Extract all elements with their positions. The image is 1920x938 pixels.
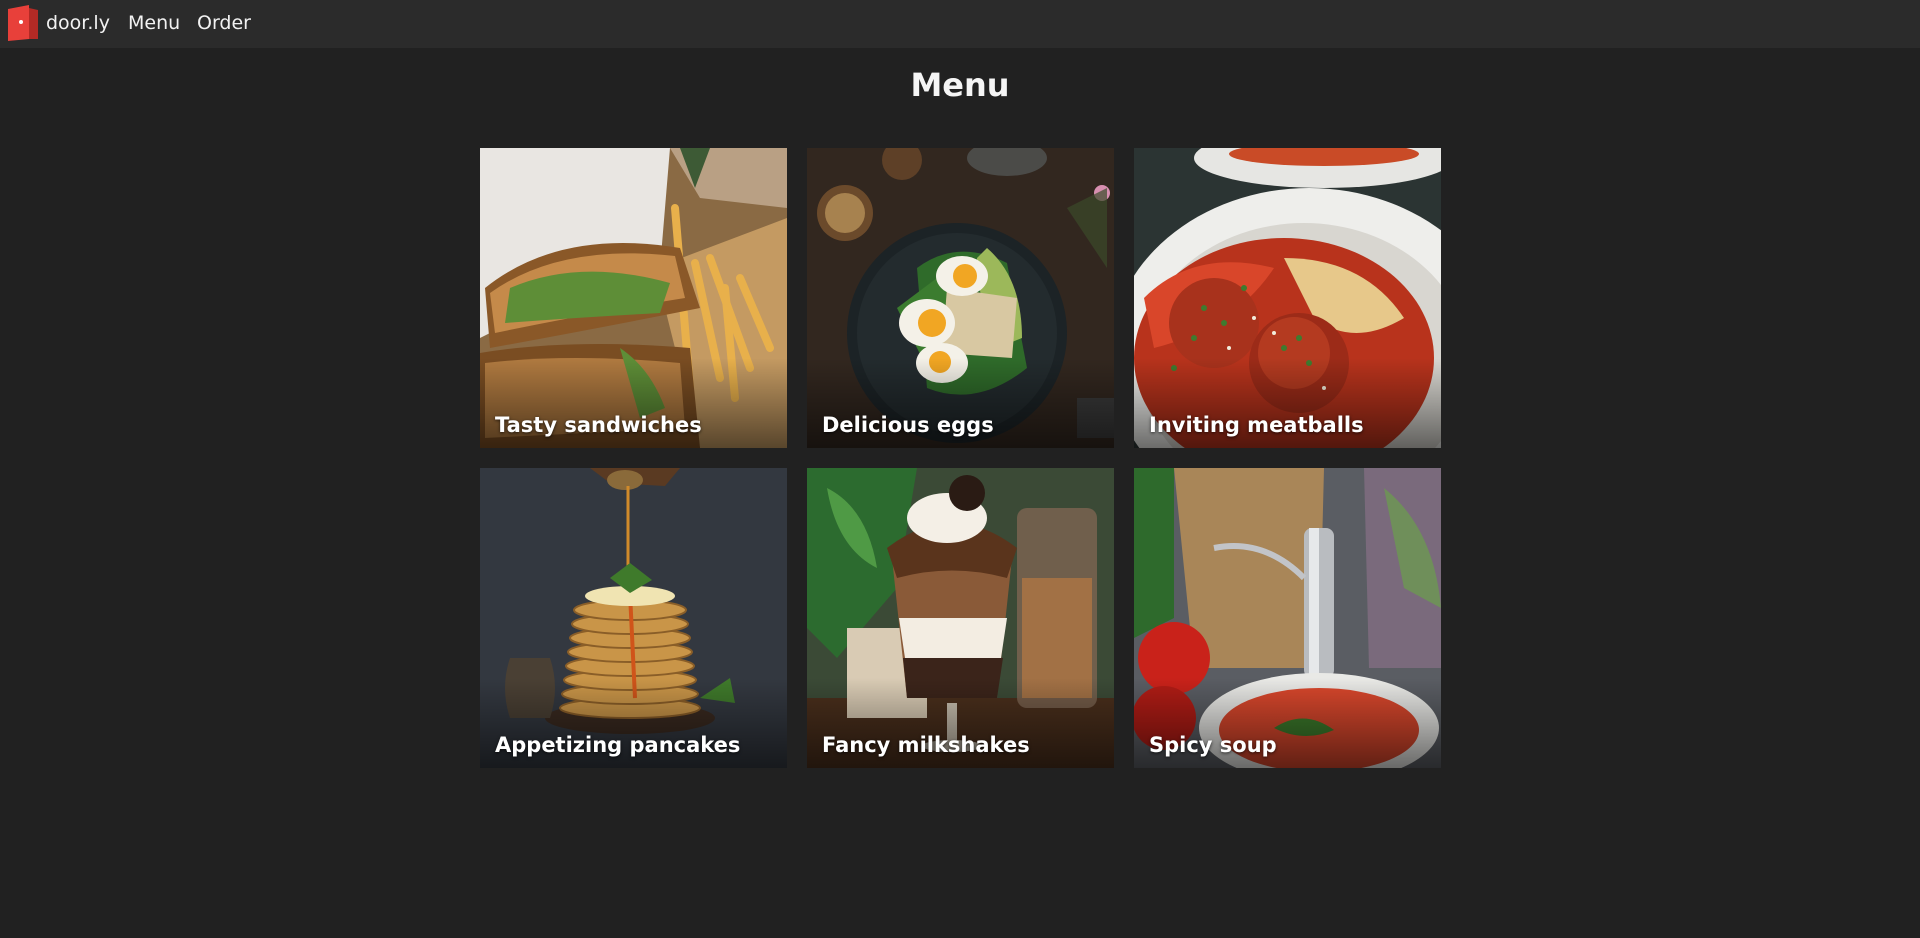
brand-link[interactable]: door.ly	[46, 12, 110, 34]
page-title: Menu	[910, 66, 1010, 104]
menu-card-meatballs[interactable]: Inviting meatballs	[1134, 148, 1441, 448]
menu-card-label: Fancy milkshakes	[822, 733, 1030, 757]
nav-link-order[interactable]: Order	[197, 12, 251, 34]
top-navigation-bar: door.ly Menu Order	[0, 0, 1920, 48]
menu-grid: Tasty sandwiches Delicious eggs Inviting…	[480, 148, 1441, 768]
menu-card-label: Appetizing pancakes	[495, 733, 741, 757]
menu-card-pancakes[interactable]: Appetizing pancakes	[480, 468, 787, 768]
menu-card-milkshakes[interactable]: Fancy milkshakes	[807, 468, 1114, 768]
menu-card-label: Spicy soup	[1149, 733, 1277, 757]
menu-card-sandwiches[interactable]: Tasty sandwiches	[480, 148, 787, 448]
nav-link-menu[interactable]: Menu	[128, 12, 180, 34]
menu-card-soup[interactable]: Spicy soup	[1134, 468, 1441, 768]
door-logo-icon[interactable]	[5, 5, 39, 41]
menu-card-label: Delicious eggs	[822, 413, 994, 437]
menu-card-eggs[interactable]: Delicious eggs	[807, 148, 1114, 448]
menu-card-label: Inviting meatballs	[1149, 413, 1364, 437]
menu-card-label: Tasty sandwiches	[495, 413, 702, 437]
